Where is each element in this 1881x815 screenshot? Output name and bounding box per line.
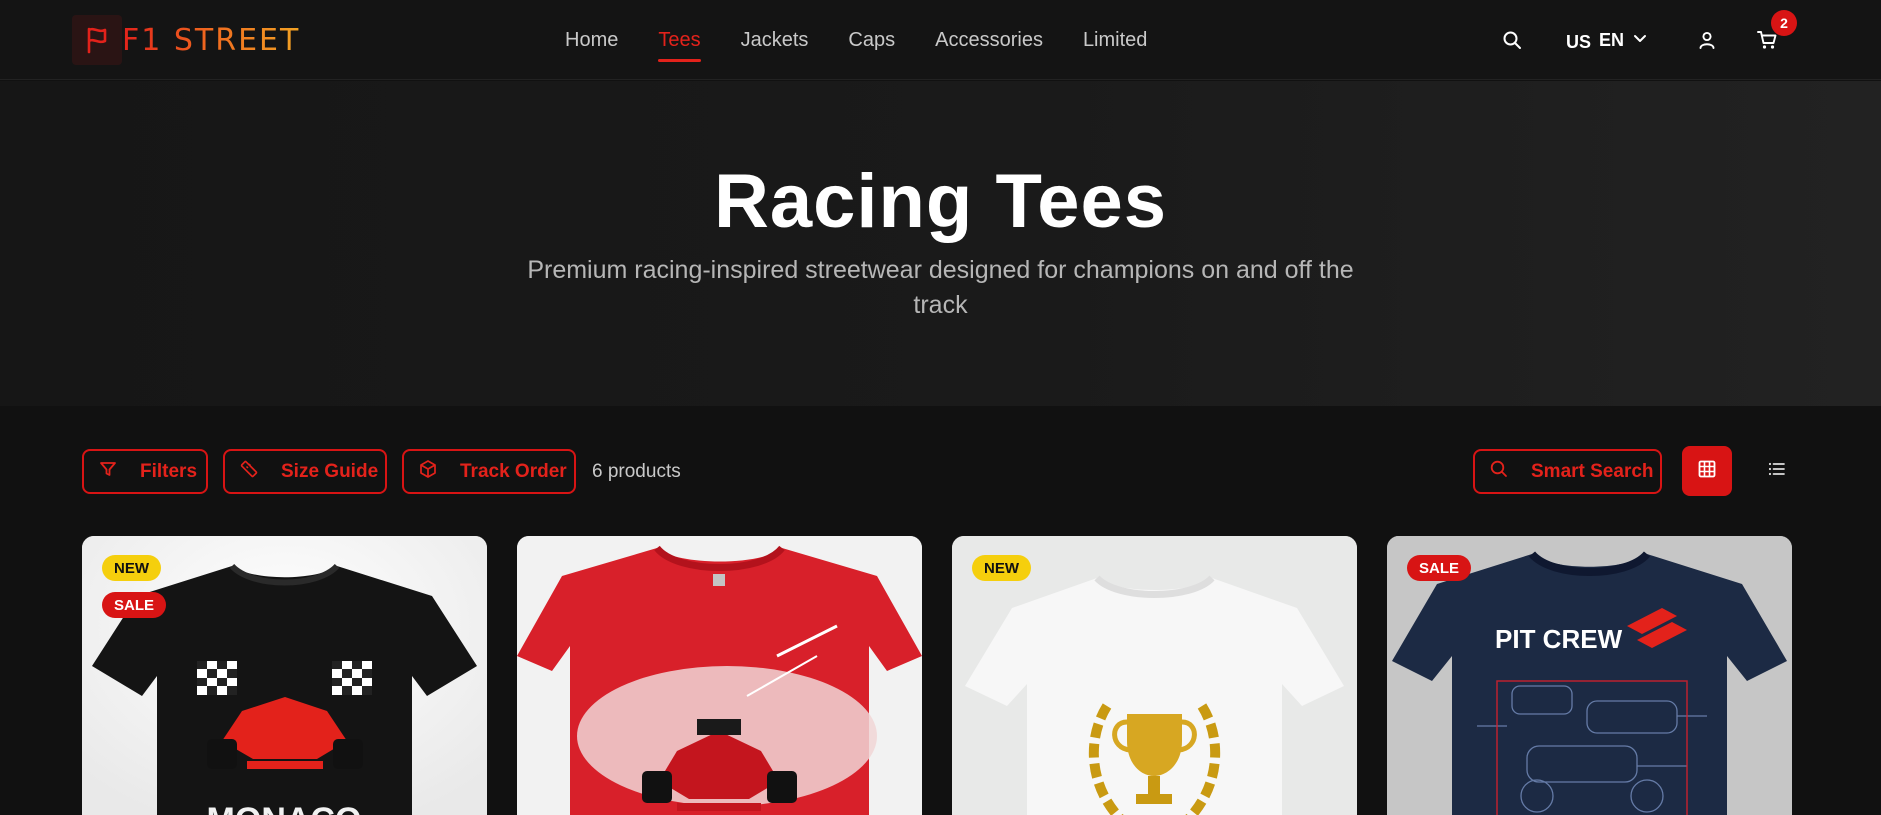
- grid-view-button[interactable]: [1682, 446, 1732, 496]
- size-guide-label: Size Guide: [281, 460, 379, 482]
- page: F1 STREET Home Tees Jackets Caps Accesso…: [0, 0, 1881, 815]
- hero-banner: Racing Tees Premium racing-inspired stre…: [0, 81, 1881, 406]
- search-icon[interactable]: [1498, 26, 1526, 54]
- smart-search-label: Smart Search: [1531, 460, 1654, 482]
- shirt-print-text: MONACO: [207, 801, 362, 815]
- list-icon: [1767, 459, 1787, 484]
- language-selector[interactable]: US EN: [1566, 26, 1648, 54]
- product-card[interactable]: MONACO NEW SALE: [82, 536, 487, 815]
- shirt-print-text: PIT CREW: [1495, 624, 1623, 654]
- smart-search-button[interactable]: Smart Search: [1473, 449, 1662, 494]
- new-badge: NEW: [102, 555, 161, 581]
- nav-home[interactable]: Home: [565, 22, 618, 58]
- product-image: [517, 536, 922, 815]
- new-badge: NEW: [972, 555, 1031, 581]
- flag-icon: [72, 15, 122, 65]
- product-count: 6 products: [592, 461, 681, 482]
- sale-badge: SALE: [1407, 555, 1472, 581]
- size-guide-button[interactable]: Size Guide: [223, 449, 387, 494]
- list-view-button[interactable]: [1752, 446, 1802, 496]
- flag-label: US: [1566, 31, 1592, 52]
- site-header: F1 STREET Home Tees Jackets Caps Accesso…: [0, 0, 1881, 80]
- track-order-button[interactable]: Track Order: [402, 449, 576, 494]
- product-card[interactable]: PIT CREW SALE: [1387, 536, 1792, 815]
- filters-label: Filters: [140, 460, 198, 482]
- filters-button[interactable]: Filters: [82, 449, 208, 494]
- language-code: EN: [1599, 29, 1625, 50]
- nav-tees[interactable]: Tees: [658, 22, 701, 62]
- user-icon[interactable]: [1693, 26, 1721, 54]
- chevron-down-icon: [1632, 30, 1648, 51]
- nav-jackets[interactable]: Jackets: [741, 22, 809, 58]
- sale-badge: SALE: [102, 592, 167, 618]
- product-toolbar: Filters Size Guide Track Order 6 product…: [0, 406, 1881, 536]
- logo[interactable]: F1 STREET: [72, 15, 300, 65]
- cart-count-badge: 2: [1771, 10, 1797, 36]
- nav-limited[interactable]: Limited: [1083, 22, 1147, 58]
- page-subtitle: Premium racing-inspired streetwear desig…: [527, 256, 1354, 319]
- package-icon: [418, 459, 460, 485]
- nav-accessories[interactable]: Accessories: [935, 22, 1043, 58]
- ruler-icon: [239, 459, 281, 485]
- filter-icon: [98, 459, 140, 485]
- grid-icon: [1697, 459, 1717, 484]
- page-title: Racing Tees: [713, 159, 1168, 244]
- product-card[interactable]: [517, 536, 922, 815]
- product-card[interactable]: NEW: [952, 536, 1357, 815]
- main-nav: Home Tees Jackets Caps Accessories Limit…: [565, 22, 1187, 62]
- track-order-label: Track Order: [460, 460, 567, 482]
- logo-text: F1 STREET: [122, 22, 301, 58]
- search-icon: [1489, 459, 1531, 485]
- nav-caps[interactable]: Caps: [848, 22, 895, 58]
